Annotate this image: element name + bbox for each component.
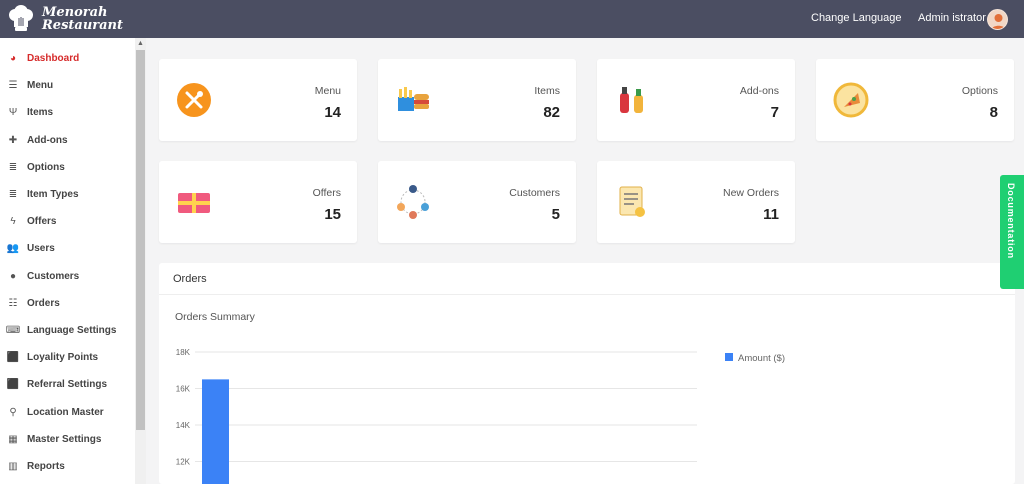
stat-card-value: 14 (324, 104, 341, 121)
sidebar-item-label: Reports (27, 461, 65, 472)
stat-card-customers[interactable]: Customers 5 (378, 161, 576, 243)
stat-card-value: 7 (770, 104, 779, 121)
documentation-label: Documentation (1006, 183, 1016, 259)
stat-card-add-ons[interactable]: Add-ons 7 (597, 59, 795, 141)
user-icon: ● (9, 270, 17, 282)
scroll-up-icon[interactable]: ▲ (135, 39, 146, 49)
scrollbar-thumb[interactable] (136, 50, 145, 430)
sidebar-item-label: Items (27, 107, 54, 119)
sidebar-item-orders[interactable]: ☷ Orders (0, 290, 134, 317)
order-list-icon (619, 186, 645, 217)
sidebar-item-menu[interactable]: ☰ Menu (0, 72, 134, 99)
orders-panel: Orders Orders Summary 18K 16K 14K 12K Amount… (159, 263, 1015, 484)
sidebar-item-label: Options (27, 161, 65, 173)
map-pin-icon: ⚲ (9, 406, 17, 418)
sidebar-item-reports[interactable]: ▥ Reports (0, 453, 134, 480)
sidebar-item-label: Offers (27, 216, 57, 228)
stat-card-label: Add-ons (739, 85, 779, 97)
sidebar-item-label: Location Master (27, 406, 104, 418)
sidebar-item-customers[interactable]: ● Customers (0, 263, 134, 290)
sidebar-item-label: Master Settings (27, 433, 102, 445)
bar-amount[interactable] (202, 379, 229, 484)
language-icon: ⌨ (5, 325, 21, 336)
avatar[interactable] (987, 9, 1008, 30)
bar-chart-icon: ▥ (8, 461, 18, 472)
sidebar-item-offers[interactable]: ϟ Offers (0, 208, 134, 235)
gift-icon: ⬛ (6, 352, 20, 364)
stat-card-value: 15 (324, 206, 341, 223)
stat-card-label: Offers (312, 187, 341, 199)
stat-card-label: Options (961, 85, 998, 97)
stat-card-value: 82 (543, 104, 560, 121)
menu-plate-icon (177, 83, 211, 117)
sidebar-item-label: Referral Settings (27, 379, 108, 391)
stat-card-value: 11 (763, 206, 779, 223)
y-tick-label: 16K (176, 385, 191, 394)
sidebar-item-users[interactable]: 👥 Users (0, 235, 134, 262)
sidebar-item-label: Language Settings (27, 325, 117, 336)
sidebar-item-label: Users (27, 243, 55, 255)
pizza-icon (833, 82, 869, 118)
stat-card-offers[interactable]: Offers 15 (159, 161, 357, 243)
stat-card-new-orders[interactable]: New Orders 11 (597, 161, 795, 243)
stat-card-value: 5 (551, 206, 560, 223)
legend-label[interactable]: Amount ($) (738, 353, 785, 364)
orders-chart: 18K 16K 14K 12K Amount ($) (176, 348, 785, 484)
sidebar-item-add-ons[interactable]: ✚ Add-ons (0, 127, 134, 154)
sidebar-item-referral-settings[interactable]: ⬛ Referral Settings (0, 371, 134, 398)
sidebar-item-dashboard[interactable]: ◕ Dashboard (0, 45, 134, 72)
fast-food-icon (398, 87, 429, 111)
brand[interactable]: Menorah Restaurant (6, 4, 123, 34)
sauce-bottles-icon (620, 87, 643, 113)
list-icon: ≣ (8, 161, 18, 173)
stat-card-label: Menu (314, 85, 341, 97)
user-avatar-icon (991, 14, 1006, 29)
sidebar-item-item-types[interactable]: ≣ Item Types (0, 181, 134, 208)
sidebar-item-master-settings[interactable]: ▦ Master Settings (0, 426, 134, 453)
stat-card-items[interactable]: Items 82 (378, 59, 576, 141)
documentation-tab[interactable]: Documentation (1000, 175, 1024, 289)
sidebar-item-label: Menu (27, 80, 54, 92)
dashboard-icon: ◕ (9, 53, 17, 64)
plus-icon: ✚ (8, 134, 18, 146)
bolt-icon: ϟ (10, 216, 16, 228)
change-language-link[interactable]: Change Language (811, 12, 902, 24)
brand-name: Menorah Restaurant (42, 6, 123, 32)
y-tick-label: 12K (176, 458, 191, 467)
brand-line2: Restaurant (42, 18, 124, 33)
sidebar-item-location-master[interactable]: ⚲ Location Master (0, 399, 134, 426)
stat-card-menu[interactable]: Menu 14 (159, 59, 357, 141)
top-bar: Menorah Restaurant Change Language Admin… (0, 0, 1024, 38)
gift-icon: ⬛ (6, 379, 20, 391)
legend-swatch (725, 353, 733, 361)
chef-hat-logo-icon (9, 5, 33, 31)
sidebar-item-items[interactable]: Ψ Items (0, 99, 134, 126)
grid-icon: ▦ (8, 433, 18, 445)
sidebar-item-label: Item Types (27, 189, 79, 200)
list-icon: ≣ (8, 189, 18, 200)
sidebar-item-label: Dashboard (27, 53, 80, 64)
sidebar-item-loyality-points[interactable]: ⬛ Loyality Points (0, 344, 134, 371)
sidebar-item-label: Orders (27, 297, 60, 309)
sidebar-item-language-settings[interactable]: ⌨ Language Settings (0, 317, 134, 344)
user-menu[interactable]: Admin istrator (918, 12, 986, 24)
sidebar-item-label: Loyality Points (27, 352, 99, 364)
sidebar-item-label: Add-ons (27, 134, 68, 146)
y-tick-label: 18K (176, 348, 191, 357)
stat-card-label: Items (534, 85, 560, 97)
stat-card-options[interactable]: Options 8 (816, 59, 1014, 141)
utensils-icon: Ψ (8, 107, 18, 119)
sidebar-item-options[interactable]: ≣ Options (0, 154, 134, 181)
y-tick-label: 14K (176, 421, 191, 430)
users-icon: 👥 (6, 243, 20, 255)
stat-card-value: 8 (989, 104, 998, 121)
gift-card-icon (178, 193, 210, 213)
sidebar-item-label: Customers (27, 270, 80, 282)
stat-card-label: Customers (509, 187, 560, 199)
list-ul-icon: ☷ (8, 297, 18, 309)
bars-icon: ☰ (8, 80, 18, 92)
stat-card-label: New Orders (722, 187, 779, 199)
people-network-icon (397, 185, 429, 219)
sidebar: ◕ Dashboard ☰ Menu Ψ Items ✚ Add-ons ≣ Options ≣ It… (0, 38, 146, 484)
